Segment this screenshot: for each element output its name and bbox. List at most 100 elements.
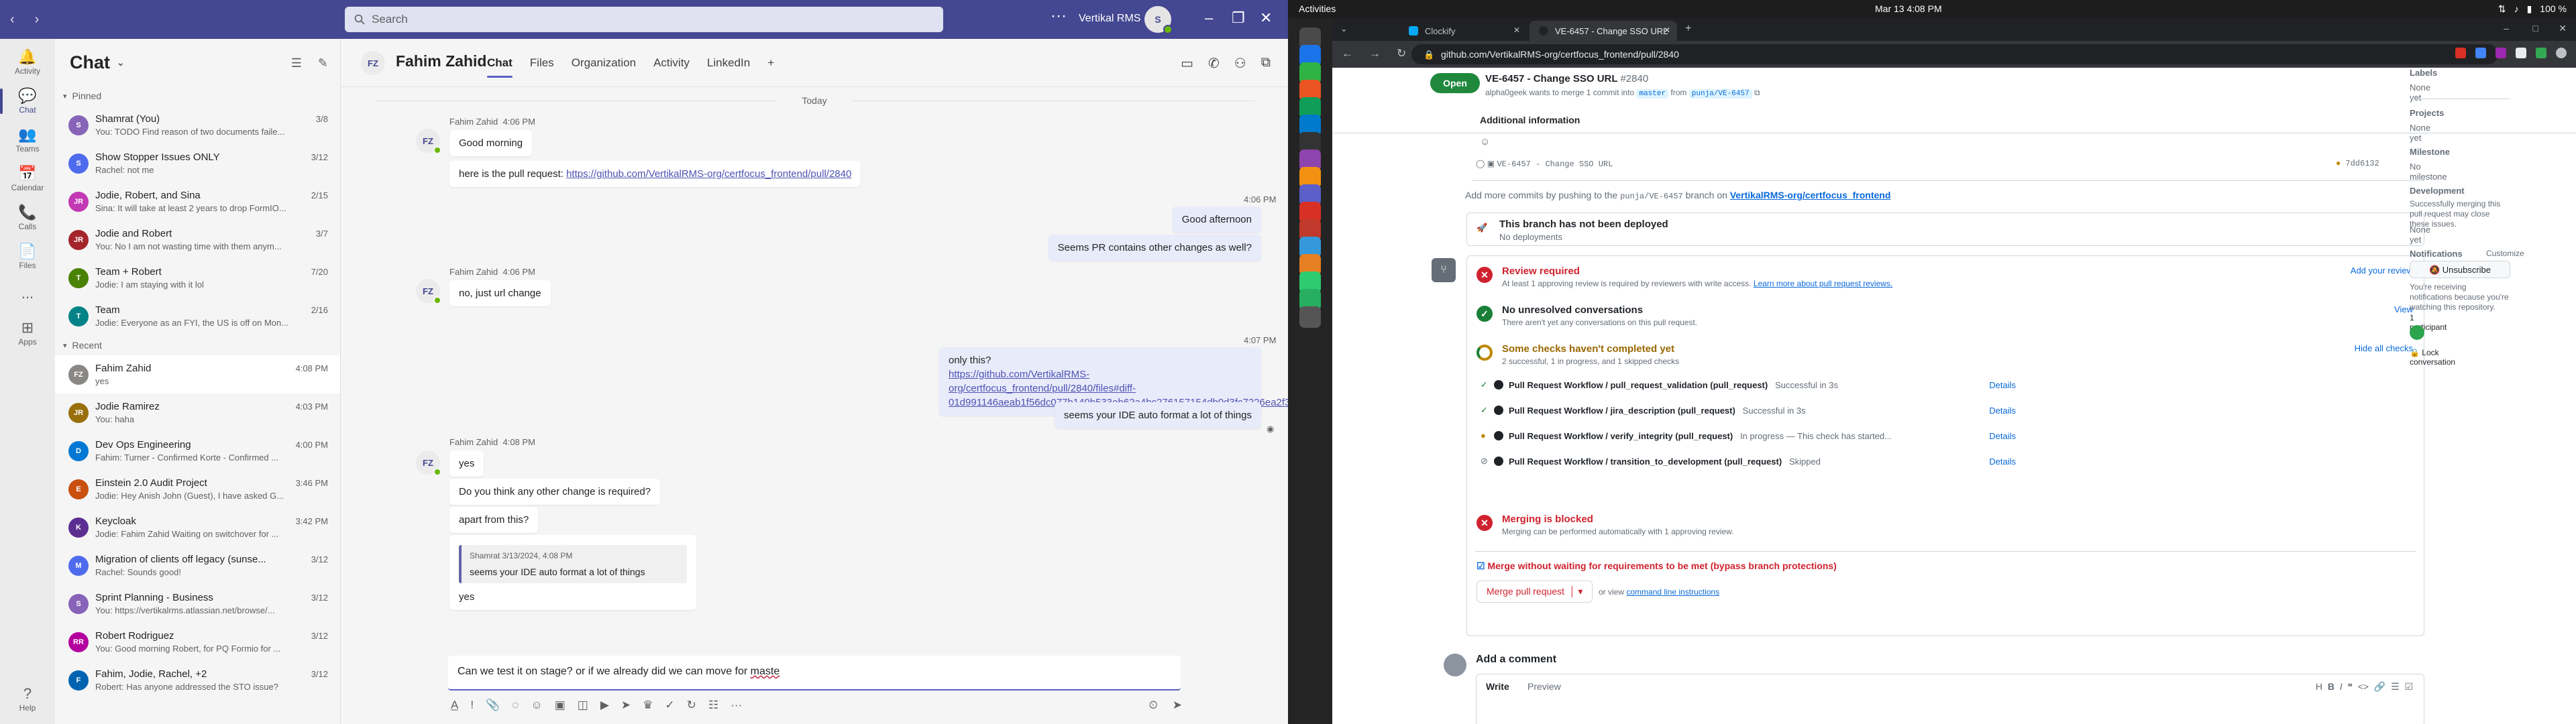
reply-message-bubble[interactable]: Shamrat 3/13/2024, 4:08 PM seems your IDE…: [449, 535, 696, 610]
message-bubble[interactable]: Do you think any other change is require…: [449, 479, 661, 505]
dock-app-icon[interactable]: [1299, 306, 1321, 328]
preview-tab[interactable]: Preview: [1527, 681, 1561, 692]
pinned-section-label[interactable]: ▾ Pinned: [55, 86, 340, 106]
chat-list-item[interactable]: S Shamrat (You) You: TODO Find reason of t…: [55, 106, 340, 144]
merge-button[interactable]: Merge pull request │ ▾: [1477, 581, 1593, 603]
updates-icon[interactable]: ↻: [687, 699, 696, 712]
copy-icon[interactable]: ⧉: [1754, 88, 1760, 97]
emoji-icon[interactable]: ☺: [531, 699, 542, 712]
priority-icon[interactable]: !: [470, 699, 474, 712]
back-arrow-icon[interactable]: ‹: [10, 12, 15, 27]
quote-icon[interactable]: ❝: [2347, 681, 2353, 692]
more-options-icon[interactable]: ···: [1051, 7, 1067, 25]
chat-list-item[interactable]: JR Jodie and Robert You: No I am not wasti…: [55, 221, 340, 259]
diff-link[interactable]: https://github.com/VertikalRMS-org/certf…: [949, 367, 1252, 396]
maximize-icon[interactable]: □: [2533, 23, 2538, 34]
pr-link[interactable]: https://github.com/VertikalRMS-org/certf…: [566, 168, 851, 180]
message-bubble[interactable]: apart from this?: [449, 507, 539, 533]
write-tab[interactable]: Write: [1486, 681, 1509, 692]
attach-icon[interactable]: 📎: [486, 699, 500, 712]
chat-list-item[interactable]: T Team Jodie: Everyone as an FYI, the US i…: [55, 297, 340, 335]
learn-more-link[interactable]: Learn more about pull request reviews.: [1754, 279, 1892, 288]
new-tab-icon[interactable]: +: [1685, 23, 1691, 35]
chat-list-item[interactable]: F Fahim, Jodie, Rachel, +2 Robert: Has any…: [55, 661, 340, 699]
add-tab-icon[interactable]: +: [767, 56, 774, 78]
back-icon[interactable]: ←: [1342, 47, 1353, 60]
tab-chat[interactable]: Chat: [487, 56, 513, 78]
message-bubble[interactable]: no, just url change: [449, 280, 551, 306]
rail-calls[interactable]: 📞 Calls: [0, 198, 55, 237]
customize-link[interactable]: Customize: [2486, 249, 2524, 258]
user-avatar[interactable]: [1444, 654, 1466, 676]
profile-icon[interactable]: [2556, 48, 2567, 58]
minimize-icon[interactable]: –: [2504, 23, 2509, 34]
base-branch[interactable]: master: [1636, 89, 1669, 99]
video-call-icon[interactable]: ▭: [1181, 55, 1193, 72]
list-icon[interactable]: ☰: [2391, 681, 2400, 692]
chat-list-item[interactable]: S Sprint Planning - Business You: https://…: [55, 585, 340, 623]
close-icon[interactable]: ✕: [2559, 23, 2567, 34]
hide-checks-link[interactable]: Hide all checks: [2355, 343, 2413, 353]
bold-icon[interactable]: B: [2328, 681, 2334, 692]
maximize-icon[interactable]: ❐: [1232, 9, 1245, 27]
my-message-bubble[interactable]: Good afternoon: [1172, 206, 1261, 233]
add-review-link[interactable]: Add your review: [2351, 265, 2413, 276]
labels-heading[interactable]: Labels: [2410, 68, 2437, 78]
tab-linkedin[interactable]: LinkedIn: [707, 56, 750, 78]
chat-list-item[interactable]: K Keycloak Jodie: Fahim Zahid Waiting on s…: [55, 508, 340, 546]
close-icon[interactable]: ✕: [1260, 9, 1272, 27]
cli-link[interactable]: command line instructions: [1626, 587, 1719, 597]
development-heading[interactable]: Development: [2410, 186, 2465, 196]
check-details-link[interactable]: Details: [1989, 457, 2016, 467]
stream-icon[interactable]: ➤: [621, 699, 631, 712]
comment-editor[interactable]: Write Preview H B I ❝ <> 🔗 ☰ ☑: [1476, 674, 2424, 724]
gif-icon[interactable]: ▣: [555, 699, 566, 712]
lock-conversation[interactable]: 🔒 Lock conversation: [2410, 348, 2455, 367]
popout-icon[interactable]: ⧉: [1261, 55, 1271, 72]
message-bubble[interactable]: Good morning: [449, 130, 533, 156]
bypass-checkbox[interactable]: ☑ Merge without waiting for requirements…: [1477, 560, 1837, 572]
chat-list-item[interactable]: S Show Stopper Issues ONLY Rachel: not me 3…: [55, 144, 340, 182]
chat-list-item[interactable]: D Dev Ops Engineering Fahim: Turner - Conf…: [55, 432, 340, 470]
rail-teams[interactable]: 👥 Teams: [0, 121, 55, 160]
address-bar[interactable]: 🔒 github.com/VertikalRMS-org/certfocus_fr…: [1411, 44, 2498, 64]
check-details-link[interactable]: Details: [1989, 431, 2016, 441]
recent-section-label[interactable]: ▾ Recent: [55, 335, 340, 355]
rail-apps[interactable]: ⊞ Apps: [0, 314, 55, 353]
head-branch[interactable]: punja/VE-6457: [1688, 89, 1752, 99]
rail-calendar[interactable]: 📅 Calendar: [0, 160, 55, 198]
format-icon[interactable]: A̲: [451, 699, 458, 712]
message-bubble[interactable]: yes: [449, 450, 484, 477]
chat-list-item[interactable]: JR Jodie Ramirez You: haha 4:03 PM: [55, 394, 340, 432]
link-icon[interactable]: 🔗: [2374, 681, 2385, 692]
forward-arrow-icon[interactable]: ›: [35, 12, 40, 27]
repo-link[interactable]: VertikalRMS-org/certfocus_frontend: [1730, 190, 1891, 200]
emoji-reaction-icon[interactable]: ☺: [1480, 136, 1490, 147]
schedule-icon[interactable]: ⏲: [1148, 699, 1157, 712]
extension-icon[interactable]: [2536, 48, 2546, 58]
tab-organization[interactable]: Organization: [572, 56, 636, 78]
participant-avatar[interactable]: [2410, 325, 2424, 340]
extension-icon[interactable]: [2516, 48, 2526, 58]
projects-heading[interactable]: Projects: [2410, 108, 2444, 118]
audio-call-icon[interactable]: ✆: [1208, 55, 1220, 72]
rail-files[interactable]: 📄 Files: [0, 237, 55, 276]
tab-close-icon[interactable]: ✕: [1513, 25, 1520, 35]
tab-activity[interactable]: Activity: [653, 56, 690, 78]
chat-list-item[interactable]: FZ Fahim Zahid yes 4:08 PM: [55, 355, 340, 394]
new-chat-icon[interactable]: ✎: [318, 56, 328, 70]
chat-list-item[interactable]: T Team + Robert Jodie: I am staying with i…: [55, 259, 340, 297]
lists-icon[interactable]: ☷: [708, 699, 718, 712]
heading-icon[interactable]: H: [2316, 681, 2322, 692]
extension-icon[interactable]: [2475, 48, 2486, 58]
compose-box[interactable]: Can we test it on stage? or if we alread…: [448, 656, 1181, 690]
code-icon[interactable]: <>: [2358, 681, 2369, 692]
chat-list-item[interactable]: RR Robert Rodriguez You: Good morning Robe…: [55, 623, 340, 661]
chevron-down-icon[interactable]: ⌄: [117, 57, 125, 68]
tasklist-icon[interactable]: ☑: [2404, 681, 2413, 692]
forward-icon[interactable]: →: [1369, 47, 1381, 60]
reload-icon[interactable]: ↻: [1397, 47, 1406, 60]
extension-icon[interactable]: [2455, 48, 2466, 58]
activities-button[interactable]: Activities: [1299, 3, 1336, 14]
check-details-link[interactable]: Details: [1989, 380, 2016, 390]
